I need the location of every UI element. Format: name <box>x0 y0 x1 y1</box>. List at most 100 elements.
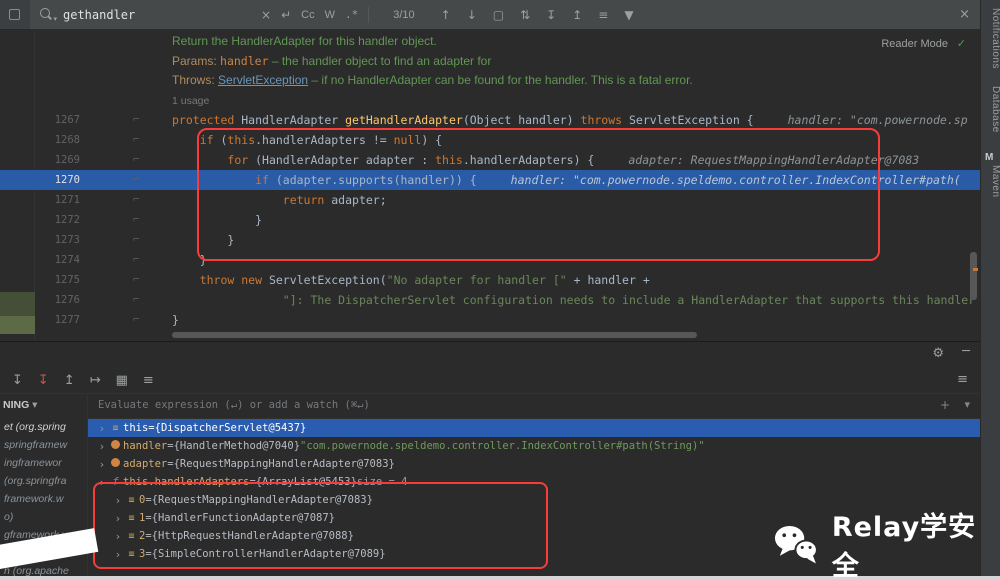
gutter-flag-icon[interactable]: ⌐ <box>80 110 140 130</box>
line-number[interactable]: 1276 <box>35 290 80 310</box>
load-state-icon[interactable]: ↧ <box>12 373 23 388</box>
frame-item[interactable]: o) <box>0 508 87 526</box>
code-line[interactable]: 1274 ⌐ } <box>35 250 980 270</box>
table-view-icon[interactable]: ▦ <box>116 373 128 388</box>
code-line[interactable]: 1272 ⌐ } <box>35 210 980 230</box>
gutter-flag-icon[interactable]: ⌐ <box>80 230 140 250</box>
close-search-icon[interactable]: × <box>959 7 970 22</box>
doc-throws-type[interactable]: ServletException <box>218 73 308 87</box>
variable-row[interactable]: › adapter = {RequestMappingHandlerAdapter… <box>88 455 980 473</box>
code-line[interactable]: 1271 ⌐ return adapter; <box>35 190 980 210</box>
vertical-scrollbar[interactable] <box>970 252 977 300</box>
line-number[interactable]: 1273 <box>35 230 80 250</box>
line-number[interactable]: 1272 <box>35 210 80 230</box>
expand-chevron-icon[interactable]: › <box>96 458 108 471</box>
ide-window: ▾ gethandler × ↵ Cc W .* 3/10 ↑ ↓ ▢ ⇅ ↧ ↥ ≡ ▼ ×… <box>0 0 1000 579</box>
list-view-icon[interactable]: ≡ <box>143 373 154 388</box>
line-number[interactable]: 1271 <box>35 190 80 210</box>
editor-tab-corner <box>0 0 30 30</box>
gutter-flag-icon[interactable]: ⌐ <box>80 190 140 210</box>
expand-chevron-icon[interactable]: › <box>96 440 108 453</box>
code-line[interactable]: 1275 ⌐ throw new ServletException("No ada… <box>35 270 980 290</box>
newline-icon[interactable]: ↵ <box>281 8 291 22</box>
evaluate-expression-input[interactable]: Evaluate expression (↵) or add a watch (… <box>98 399 370 411</box>
code-line[interactable]: 1270 ⌐ if (adapter.supports(handler)) {ha… <box>35 170 980 190</box>
frame-item[interactable]: framework.w <box>0 490 87 508</box>
selection-marker <box>0 316 35 334</box>
inline-debug-hint: handler: "com.powernode.speldemo.control… <box>510 173 961 187</box>
gutter-flag-icon[interactable]: ⌐ <box>80 210 140 230</box>
variable-row[interactable]: › ≡ this = {DispatcherServlet@5437} <box>88 419 980 437</box>
gutter-flag-icon[interactable]: ⌐ <box>80 170 140 190</box>
line-number[interactable]: 1274 <box>35 250 80 270</box>
words-toggle[interactable]: W <box>325 9 335 21</box>
open-in-find-window-icon[interactable]: ▢ <box>493 8 504 22</box>
frame-item[interactable]: springframew <box>0 436 87 454</box>
next-occurrence-icon[interactable]: ↓ <box>467 8 477 22</box>
remove-occurrence-icon[interactable]: ↥ <box>572 8 582 22</box>
line-number[interactable]: 1267 <box>35 110 80 130</box>
session-selector[interactable]: NING ▾ <box>3 399 37 411</box>
current-line-marker <box>0 170 35 190</box>
minimize-icon[interactable]: ─ <box>962 344 970 359</box>
force-step-icon[interactable]: ↧ <box>38 373 49 388</box>
layout-settings-icon[interactable]: ≡ <box>957 372 968 387</box>
usages-hint[interactable]: 1 usage <box>172 95 209 107</box>
run-to-cursor-icon[interactable]: ↦ <box>90 373 101 388</box>
horizontal-scrollbar[interactable] <box>172 332 697 338</box>
add-watch-icon[interactable]: + <box>940 398 950 412</box>
tool-button-database[interactable]: Database <box>981 86 1000 133</box>
gutter-flag-icon[interactable]: ⌐ <box>80 250 140 270</box>
code-line[interactable]: 1268 ⌐ if (this.handlerAdapters != null) … <box>35 130 980 150</box>
reader-mode-toggle[interactable]: Reader Mode <box>881 38 948 50</box>
add-occurrence-icon[interactable]: ↧ <box>546 8 556 22</box>
gutter-flag-icon[interactable]: ⌐ <box>80 290 140 310</box>
variable-row[interactable]: › f this.handlerAdapters = {ArrayList@5453… <box>88 473 980 491</box>
search-icon[interactable]: ▾ <box>40 8 57 23</box>
code-line[interactable]: 1273 ⌐ } <box>35 230 980 250</box>
gutter-flag-icon[interactable]: ⌐ <box>80 130 140 150</box>
code-line[interactable]: 1277 ⌐} <box>35 310 980 330</box>
gutter-flag-icon[interactable]: ⌐ <box>80 150 140 170</box>
line-number[interactable]: 1268 <box>35 130 80 150</box>
line-number[interactable]: 1275 <box>35 270 80 290</box>
variable-row[interactable]: › handler = {HandlerMethod@7040} "com.pow… <box>88 437 980 455</box>
frame-item[interactable]: ingframewor <box>0 454 87 472</box>
tool-window-icon[interactable] <box>9 9 20 20</box>
expand-chevron-icon[interactable]: › <box>112 548 124 561</box>
code-line[interactable]: 1276 ⌐ "]: The DispatcherServlet configur… <box>35 290 980 310</box>
match-case-toggle[interactable]: Cc <box>301 9 314 21</box>
line-number[interactable]: 1270 <box>35 170 80 190</box>
error-stripe-mark[interactable] <box>973 268 978 271</box>
gutter-flag-icon[interactable]: ⌐ <box>80 270 140 290</box>
code-line[interactable]: 1269 ⌐ for (HandlerAdapter adapter : this… <box>35 150 980 170</box>
previous-occurrence-icon[interactable]: ↑ <box>441 8 451 22</box>
line-number[interactable]: 1269 <box>35 150 80 170</box>
select-all-occurrences-icon[interactable]: ⇅ <box>520 8 530 22</box>
regex-toggle[interactable]: .* <box>345 8 358 21</box>
expand-chevron-icon[interactable]: › <box>96 422 108 435</box>
filter-results-icon[interactable]: ▼ <box>624 8 633 22</box>
clear-search-icon[interactable]: × <box>261 8 271 22</box>
expand-chevron-icon[interactable]: › <box>112 530 124 543</box>
selection-marker <box>0 292 35 316</box>
right-tool-strip: Notifications Database M Maven <box>980 0 1000 579</box>
expand-chevron-icon[interactable]: › <box>96 476 108 489</box>
gear-icon[interactable]: ⚙ <box>932 346 944 361</box>
frame-item[interactable]: et (org.spring <box>0 418 87 436</box>
frame-item[interactable]: (org.springfra <box>0 472 87 490</box>
line-number[interactable]: 1277 <box>35 310 80 330</box>
gutter-flag-icon[interactable]: ⌐ <box>80 310 140 330</box>
reader-mode-check-icon: ✓ <box>956 37 966 50</box>
code-text: return adapter; <box>282 193 387 207</box>
export-state-icon[interactable]: ↥ <box>64 373 75 388</box>
search-settings-icon[interactable]: ≡ <box>598 8 608 22</box>
search-input[interactable]: gethandler <box>63 8 251 22</box>
code-line[interactable]: 1267 ⌐ protected HandlerAdapter getHandler… <box>35 110 980 130</box>
expand-chevron-icon[interactable]: › <box>112 512 124 525</box>
expand-chevron-icon[interactable]: › <box>112 494 124 507</box>
separator <box>368 6 370 23</box>
tool-button-notifications[interactable]: Notifications <box>981 8 1000 69</box>
evaluate-expand-icon[interactable]: ▾ <box>964 398 970 411</box>
tool-button-maven[interactable]: Maven <box>981 165 1000 198</box>
